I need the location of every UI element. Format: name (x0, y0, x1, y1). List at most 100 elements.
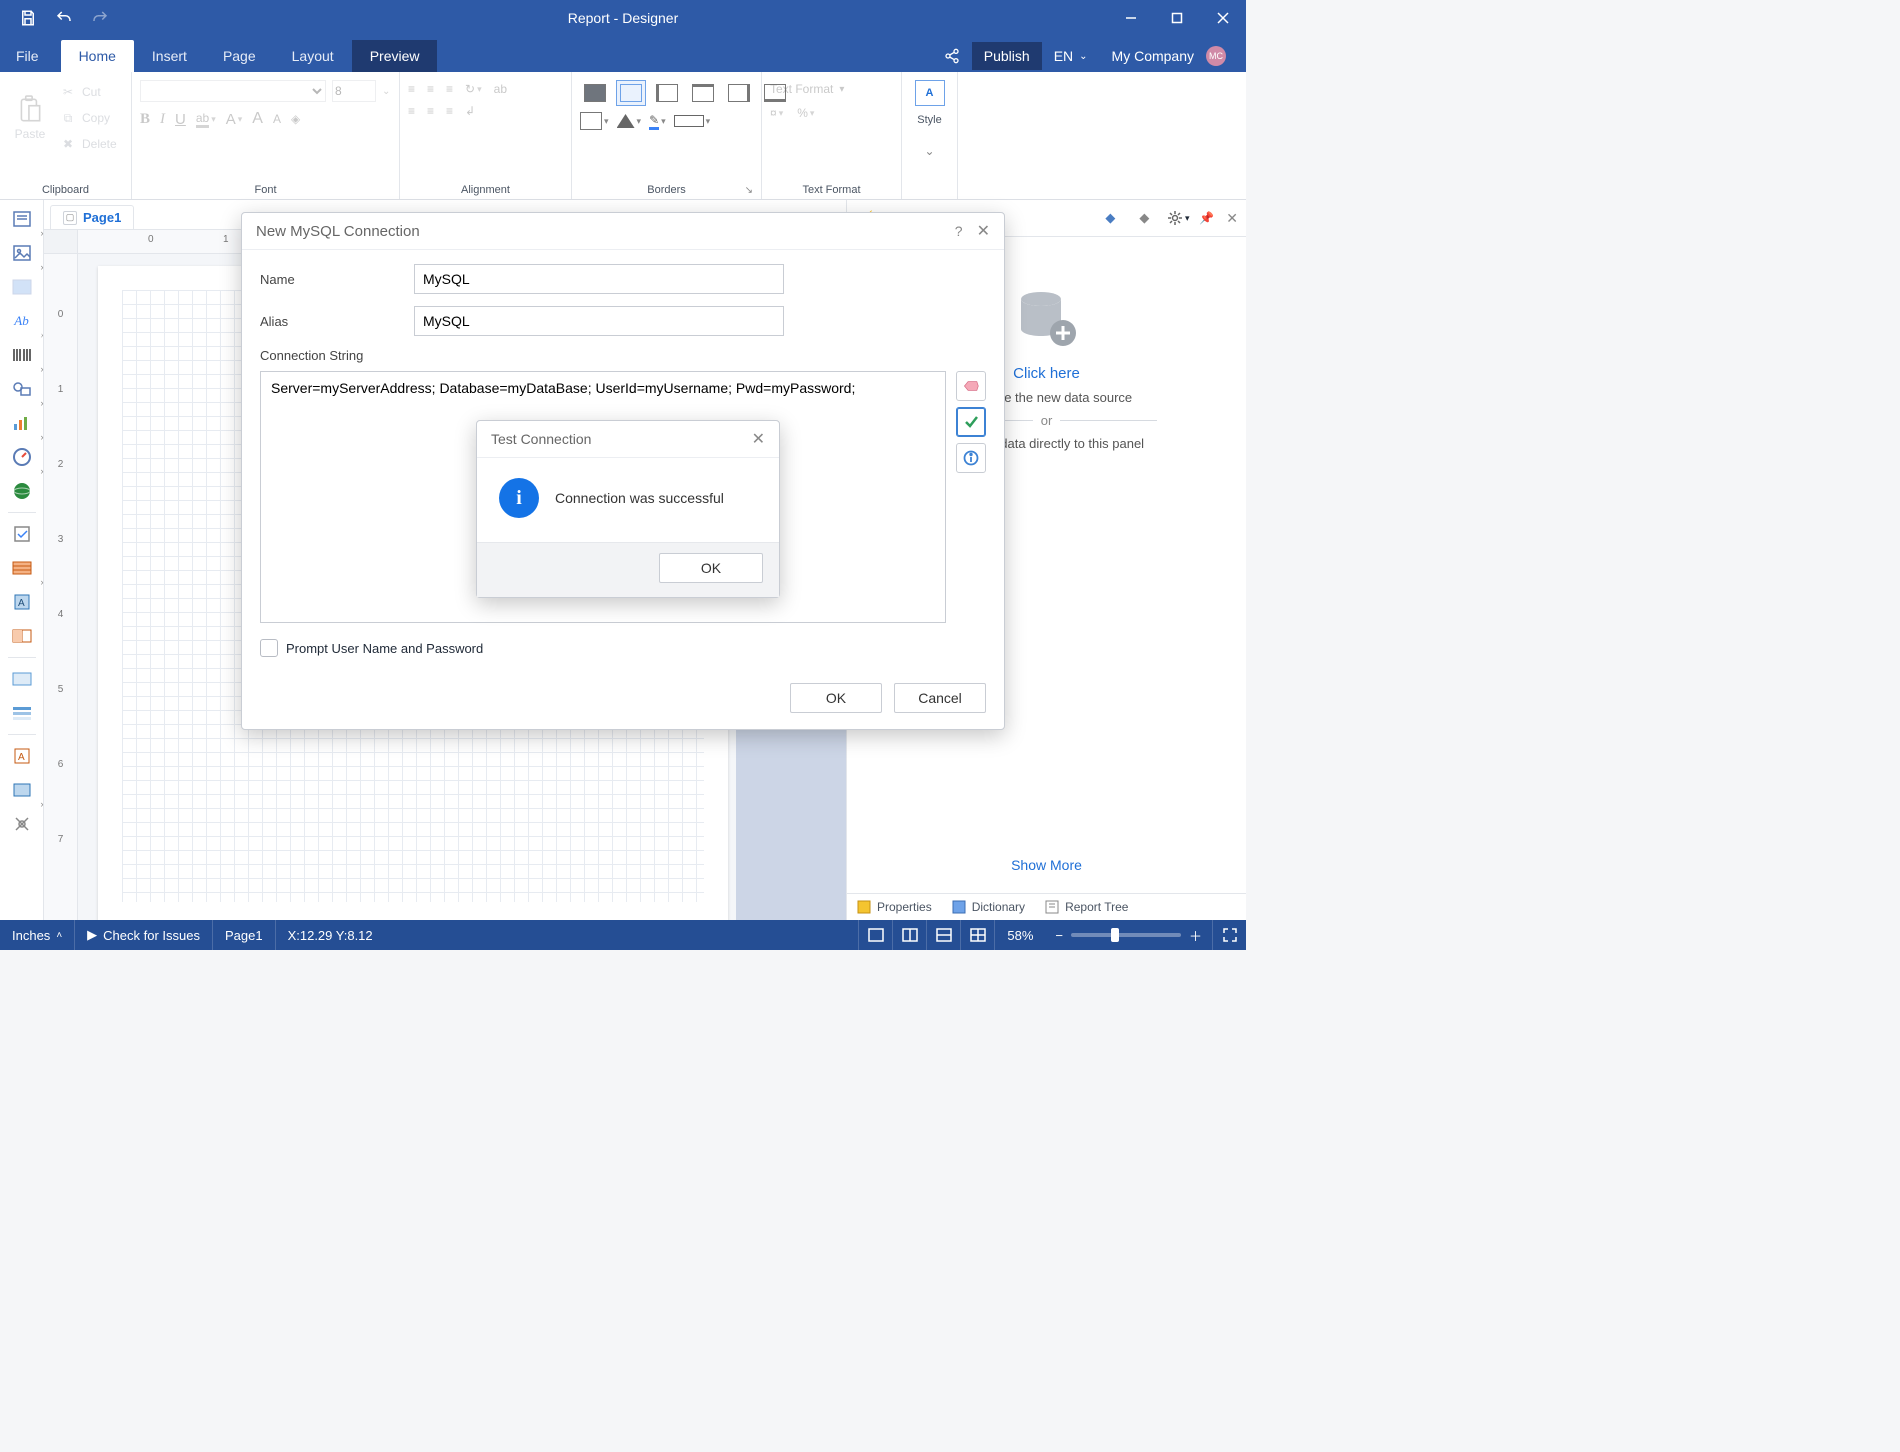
tool-image-icon[interactable]: › (6, 238, 38, 268)
shrink-font-icon[interactable]: A (273, 112, 281, 126)
tool-panel-icon[interactable] (6, 272, 38, 302)
tab-home[interactable]: Home (61, 40, 134, 72)
border-none-icon[interactable] (616, 80, 646, 106)
zoom-slider[interactable]: − ＋ (1045, 926, 1212, 945)
tool-gauge-icon[interactable]: › (6, 442, 38, 472)
tool-indicator-icon[interactable]: › (6, 775, 38, 805)
tab-report-tree[interactable]: Report Tree (1035, 894, 1138, 920)
page-tab[interactable]: ▢ Page1 (50, 205, 134, 229)
tool-signature-icon[interactable]: Ab› (6, 306, 38, 336)
check-issues-button[interactable]: ▶Check for Issues (75, 920, 213, 950)
test-dialog-close-icon[interactable]: ✕ (752, 429, 765, 449)
font-name-icon[interactable]: A▾ (226, 111, 243, 128)
tool-shape-icon[interactable]: › (6, 374, 38, 404)
unit-selector[interactable]: Inches˄ (0, 920, 75, 950)
view-mode-4-icon[interactable] (960, 920, 994, 950)
show-more-link[interactable]: Show More (1011, 857, 1082, 873)
pin-icon[interactable]: 📌 (1199, 211, 1214, 225)
shape-icon[interactable]: ▾ (580, 112, 609, 130)
tab-page[interactable]: Page (205, 40, 274, 72)
border-left-icon[interactable] (652, 80, 682, 106)
dict-up-icon[interactable]: ◆ (1097, 206, 1123, 230)
tool-map-icon[interactable] (6, 476, 38, 506)
dialog-help-icon[interactable]: ? (955, 223, 963, 239)
tab-dictionary[interactable]: Dictionary (942, 894, 1035, 920)
tab-insert[interactable]: Insert (134, 40, 205, 72)
view-mode-3-icon[interactable] (926, 920, 960, 950)
valign-mid-icon[interactable]: ≡ (427, 104, 434, 118)
tab-properties[interactable]: Properties (847, 894, 942, 920)
maximize-button[interactable] (1154, 0, 1200, 36)
cancel-button[interactable]: Cancel (894, 683, 986, 713)
name-input[interactable] (414, 264, 784, 294)
align-left-icon[interactable]: ≡ (408, 82, 415, 96)
prompt-checkbox[interactable] (260, 639, 278, 657)
share-icon[interactable] (932, 42, 972, 70)
fullscreen-icon[interactable] (1212, 920, 1246, 950)
ok-button[interactable]: OK (790, 683, 882, 713)
valign-top-icon[interactable]: ≡ (408, 104, 415, 118)
zoom-in-icon[interactable]: ＋ (1189, 926, 1202, 945)
dict-settings-icon[interactable]: ▾ (1165, 206, 1191, 230)
wrap-icon[interactable]: ↲ (465, 104, 475, 118)
font-family-select[interactable] (140, 80, 326, 102)
clear-format-icon[interactable]: ◈ (291, 112, 300, 126)
valign-bot-icon[interactable]: ≡ (446, 104, 453, 118)
align-center-icon[interactable]: ≡ (427, 82, 434, 96)
borders-launcher-icon[interactable]: ↘ (745, 185, 753, 196)
test-connection-icon[interactable] (956, 407, 986, 437)
language-selector[interactable]: EN⌄ (1042, 42, 1100, 70)
tool-band-icon[interactable] (6, 698, 38, 728)
font-size-input[interactable] (332, 80, 376, 102)
view-mode-2-icon[interactable] (892, 920, 926, 950)
rotate-icon[interactable]: ↻▾ (465, 82, 482, 96)
fill-icon[interactable]: ▾ (617, 114, 642, 128)
panel-close-icon[interactable]: ✕ (1226, 210, 1238, 227)
border-right-icon[interactable] (724, 80, 754, 106)
style-more-icon[interactable]: ⌄ (924, 144, 934, 158)
tool-subreport-icon[interactable] (6, 664, 38, 694)
tool-text-icon[interactable]: › (6, 204, 38, 234)
alias-input[interactable] (414, 306, 784, 336)
style-sample[interactable]: A (915, 80, 945, 106)
info-icon[interactable] (956, 443, 986, 473)
tab-file[interactable]: File (0, 40, 61, 72)
tab-layout[interactable]: Layout (274, 40, 352, 72)
currency-icon[interactable]: ¤▾ (770, 106, 783, 120)
align-right-icon[interactable]: ≡ (446, 82, 453, 96)
font-color-icon[interactable]: ab▾ (196, 111, 216, 128)
tool-settings-icon[interactable] (6, 809, 38, 839)
cut-button[interactable]: ✂Cut (56, 80, 121, 104)
copy-button[interactable]: ⧉Copy (56, 106, 121, 130)
redo-icon[interactable] (82, 3, 118, 33)
border-style-icon[interactable]: ▾ (674, 115, 711, 127)
test-ok-button[interactable]: OK (659, 553, 763, 583)
underline-icon[interactable]: U (175, 111, 186, 128)
tool-checkbox-icon[interactable] (6, 519, 38, 549)
minimize-button[interactable] (1108, 0, 1154, 36)
erase-icon[interactable] (956, 371, 986, 401)
tool-chart-icon[interactable]: › (6, 408, 38, 438)
border-all-icon[interactable] (580, 80, 610, 106)
percent-icon[interactable]: %▾ (797, 106, 814, 120)
view-mode-1-icon[interactable] (858, 920, 892, 950)
undo-icon[interactable] (46, 3, 82, 33)
italic-icon[interactable]: I (160, 111, 165, 128)
text-dir-icon[interactable]: ab (494, 82, 507, 96)
border-color-icon[interactable]: ✎▾ (649, 113, 666, 130)
click-here-link[interactable]: Click here (1013, 365, 1080, 382)
zoom-out-icon[interactable]: − (1055, 928, 1063, 943)
border-top-icon[interactable] (688, 80, 718, 106)
tool-textbox-icon[interactable]: A (6, 587, 38, 617)
save-icon[interactable] (10, 3, 46, 33)
tab-preview[interactable]: Preview (352, 40, 438, 72)
tool-richtext-icon[interactable]: A (6, 741, 38, 771)
paste-button[interactable]: Paste (8, 76, 52, 160)
tool-crosstab-icon[interactable] (6, 621, 38, 651)
dict-down-icon[interactable]: ◆ (1131, 206, 1157, 230)
bold-icon[interactable]: B (140, 111, 150, 128)
publish-button[interactable]: Publish (972, 42, 1042, 70)
grow-font-icon[interactable]: A (252, 110, 263, 128)
user-avatar[interactable]: MC (1206, 40, 1238, 72)
text-format-select[interactable]: Text Format▾ (770, 82, 844, 96)
